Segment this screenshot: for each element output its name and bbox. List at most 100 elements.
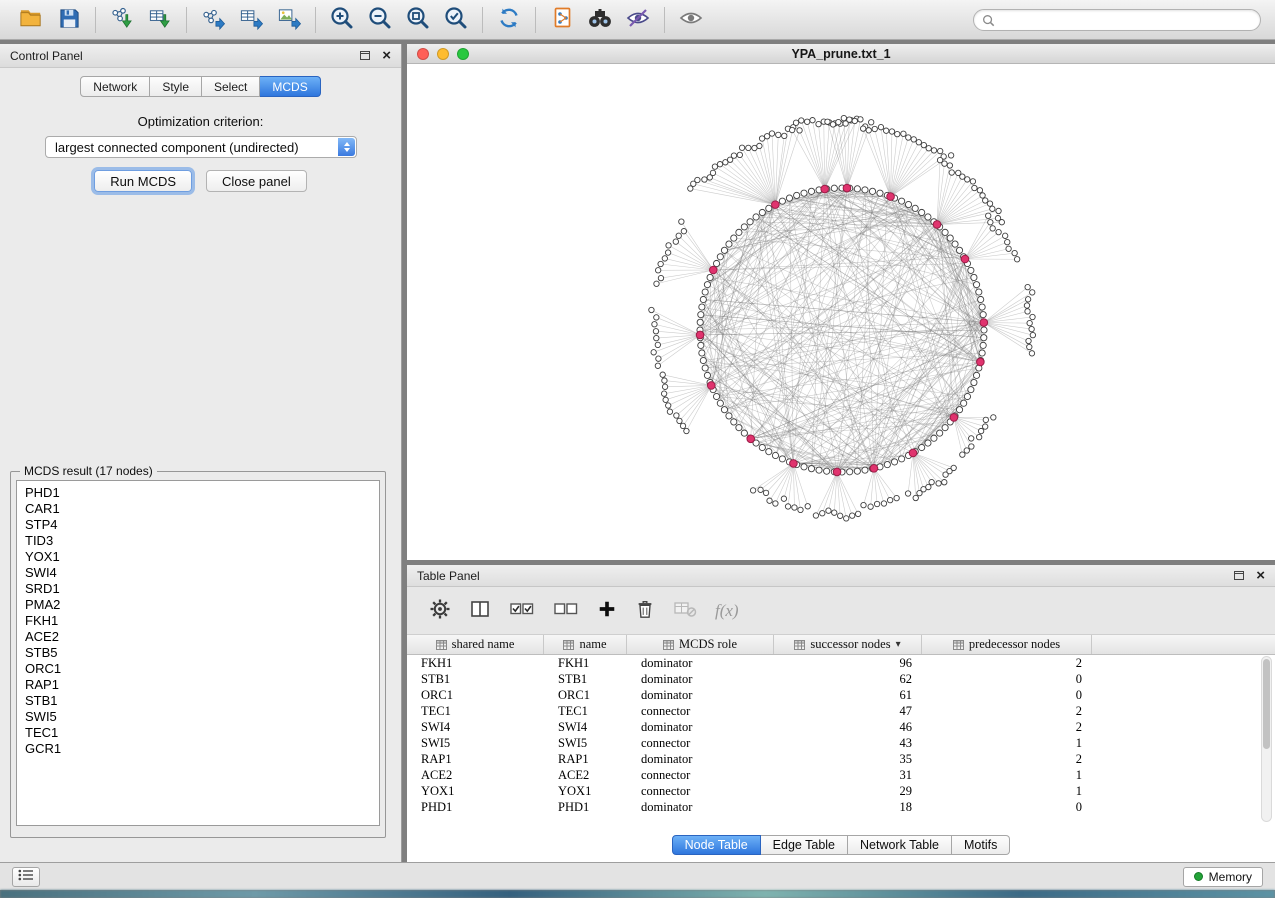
mcds-result-item[interactable]: CAR1 (17, 501, 379, 517)
table-cell[interactable]: dominator (627, 719, 774, 735)
table-cell[interactable]: 0 (922, 671, 1092, 687)
table-cell[interactable]: 61 (774, 687, 922, 703)
table-tab-motifs[interactable]: Motifs (952, 835, 1010, 855)
table-cell[interactable]: dominator (627, 671, 774, 687)
table-cell[interactable]: ACE2 (407, 767, 544, 783)
table-cell[interactable]: dominator (627, 687, 774, 703)
table-row[interactable]: ACE2ACE2connector311 (407, 767, 1275, 783)
scrollbar-thumb[interactable] (1263, 659, 1270, 749)
table-cell[interactable]: ORC1 (407, 687, 544, 703)
table-cell[interactable]: dominator (627, 799, 774, 815)
mcds-result-item[interactable]: ACE2 (17, 629, 379, 645)
memory-button[interactable]: Memory (1183, 867, 1263, 887)
zoom-in-button[interactable] (323, 3, 361, 37)
mcds-result-item[interactable]: TEC1 (17, 725, 379, 741)
network-graph[interactable] (407, 64, 1275, 560)
table-cell[interactable]: 0 (922, 799, 1092, 815)
table-cell[interactable]: 46 (774, 719, 922, 735)
table-cell[interactable]: SWI5 (544, 735, 627, 751)
mcds-result-item[interactable]: RAP1 (17, 677, 379, 693)
mcds-result-item[interactable]: GCR1 (17, 741, 379, 757)
export-image-button[interactable] (270, 3, 308, 37)
mcds-result-item[interactable]: FKH1 (17, 613, 379, 629)
save-session-button[interactable] (50, 3, 88, 37)
duplicate-network-button[interactable] (543, 3, 581, 37)
table-cell[interactable]: dominator (627, 655, 774, 671)
table-cell[interactable]: 62 (774, 671, 922, 687)
import-table-button[interactable] (141, 3, 179, 37)
mcds-result-item[interactable]: YOX1 (17, 549, 379, 565)
table-row[interactable]: SWI5SWI5connector431 (407, 735, 1275, 751)
table-cell[interactable]: 2 (922, 703, 1092, 719)
search-input[interactable] (1001, 13, 1252, 27)
table-cell[interactable]: 35 (774, 751, 922, 767)
show-details-button[interactable] (672, 3, 710, 37)
table-tab-node-table[interactable]: Node Table (672, 835, 761, 855)
table-cell[interactable]: RAP1 (544, 751, 627, 767)
table-cell[interactable]: 2 (922, 655, 1092, 671)
table-cell[interactable]: RAP1 (407, 751, 544, 767)
column-header-name[interactable]: name (544, 635, 627, 654)
tab-network[interactable]: Network (80, 76, 150, 97)
hide-details-button[interactable] (619, 3, 657, 37)
mcds-result-item[interactable]: TID3 (17, 533, 379, 549)
table-cell[interactable]: connector (627, 783, 774, 799)
close-panel-button[interactable]: Close panel (206, 170, 307, 192)
delete-table-button[interactable] (673, 599, 697, 622)
table-scrollbar[interactable] (1261, 656, 1272, 822)
table-cell[interactable]: 47 (774, 703, 922, 719)
table-cell[interactable]: 18 (774, 799, 922, 815)
tab-style[interactable]: Style (150, 76, 202, 97)
table-tab-network-table[interactable]: Network Table (848, 835, 952, 855)
tab-mcds[interactable]: MCDS (260, 76, 320, 97)
float-panel-icon[interactable] (1234, 571, 1244, 580)
table-cell[interactable]: SWI5 (407, 735, 544, 751)
mcds-result-item[interactable]: ORC1 (17, 661, 379, 677)
table-cell[interactable]: 2 (922, 751, 1092, 767)
mcds-result-item[interactable]: PHD1 (17, 485, 379, 501)
table-row[interactable]: FKH1FKH1dominator962 (407, 655, 1275, 671)
apply-layout-button[interactable] (490, 3, 528, 37)
table-cell[interactable]: 1 (922, 783, 1092, 799)
table-row[interactable]: TEC1TEC1connector472 (407, 703, 1275, 719)
table-cell[interactable]: 2 (922, 719, 1092, 735)
close-window-icon[interactable] (417, 48, 429, 60)
table-row[interactable]: STB1STB1dominator620 (407, 671, 1275, 687)
float-panel-icon[interactable] (360, 51, 370, 60)
table-cell[interactable]: YOX1 (544, 783, 627, 799)
table-cell[interactable]: 31 (774, 767, 922, 783)
mcds-result-list[interactable]: PHD1CAR1STP4TID3YOX1SWI4SRD1PMA2FKH1ACE2… (16, 480, 380, 826)
table-cell[interactable]: 29 (774, 783, 922, 799)
table-cell[interactable]: connector (627, 735, 774, 751)
close-panel-icon[interactable]: × (1256, 568, 1265, 583)
show-columns-button[interactable] (469, 598, 491, 623)
table-row[interactable]: ORC1ORC1dominator610 (407, 687, 1275, 703)
column-header-successor-nodes[interactable]: successor nodes▾ (774, 635, 922, 654)
import-network-button[interactable] (103, 3, 141, 37)
table-settings-button[interactable] (429, 598, 451, 623)
table-row[interactable]: PHD1PHD1dominator180 (407, 799, 1275, 815)
select-all-columns-button[interactable] (509, 598, 535, 623)
zoom-selected-button[interactable] (437, 3, 475, 37)
table-cell[interactable]: 43 (774, 735, 922, 751)
table-tab-edge-table[interactable]: Edge Table (761, 835, 848, 855)
tab-select[interactable]: Select (202, 76, 260, 97)
search-box[interactable] (973, 9, 1261, 31)
table-cell[interactable]: SWI4 (544, 719, 627, 735)
export-table-button[interactable] (232, 3, 270, 37)
table-cell[interactable]: 1 (922, 767, 1092, 783)
maximize-window-icon[interactable] (457, 48, 469, 60)
mcds-result-item[interactable]: SWI5 (17, 709, 379, 725)
open-session-button[interactable] (12, 3, 50, 37)
table-cell[interactable]: ACE2 (544, 767, 627, 783)
table-cell[interactable]: STB1 (407, 671, 544, 687)
table-row[interactable]: YOX1YOX1connector291 (407, 783, 1275, 799)
table-cell[interactable]: 0 (922, 687, 1092, 703)
column-header-predecessor-nodes[interactable]: predecessor nodes (922, 635, 1092, 654)
zoom-out-button[interactable] (361, 3, 399, 37)
search-network-button[interactable] (581, 3, 619, 37)
function-builder-button[interactable]: f(x) (715, 601, 739, 621)
close-panel-icon[interactable]: × (382, 48, 391, 63)
criterion-select[interactable]: largest connected component (undirected) (45, 136, 357, 158)
table-cell[interactable]: STB1 (544, 671, 627, 687)
